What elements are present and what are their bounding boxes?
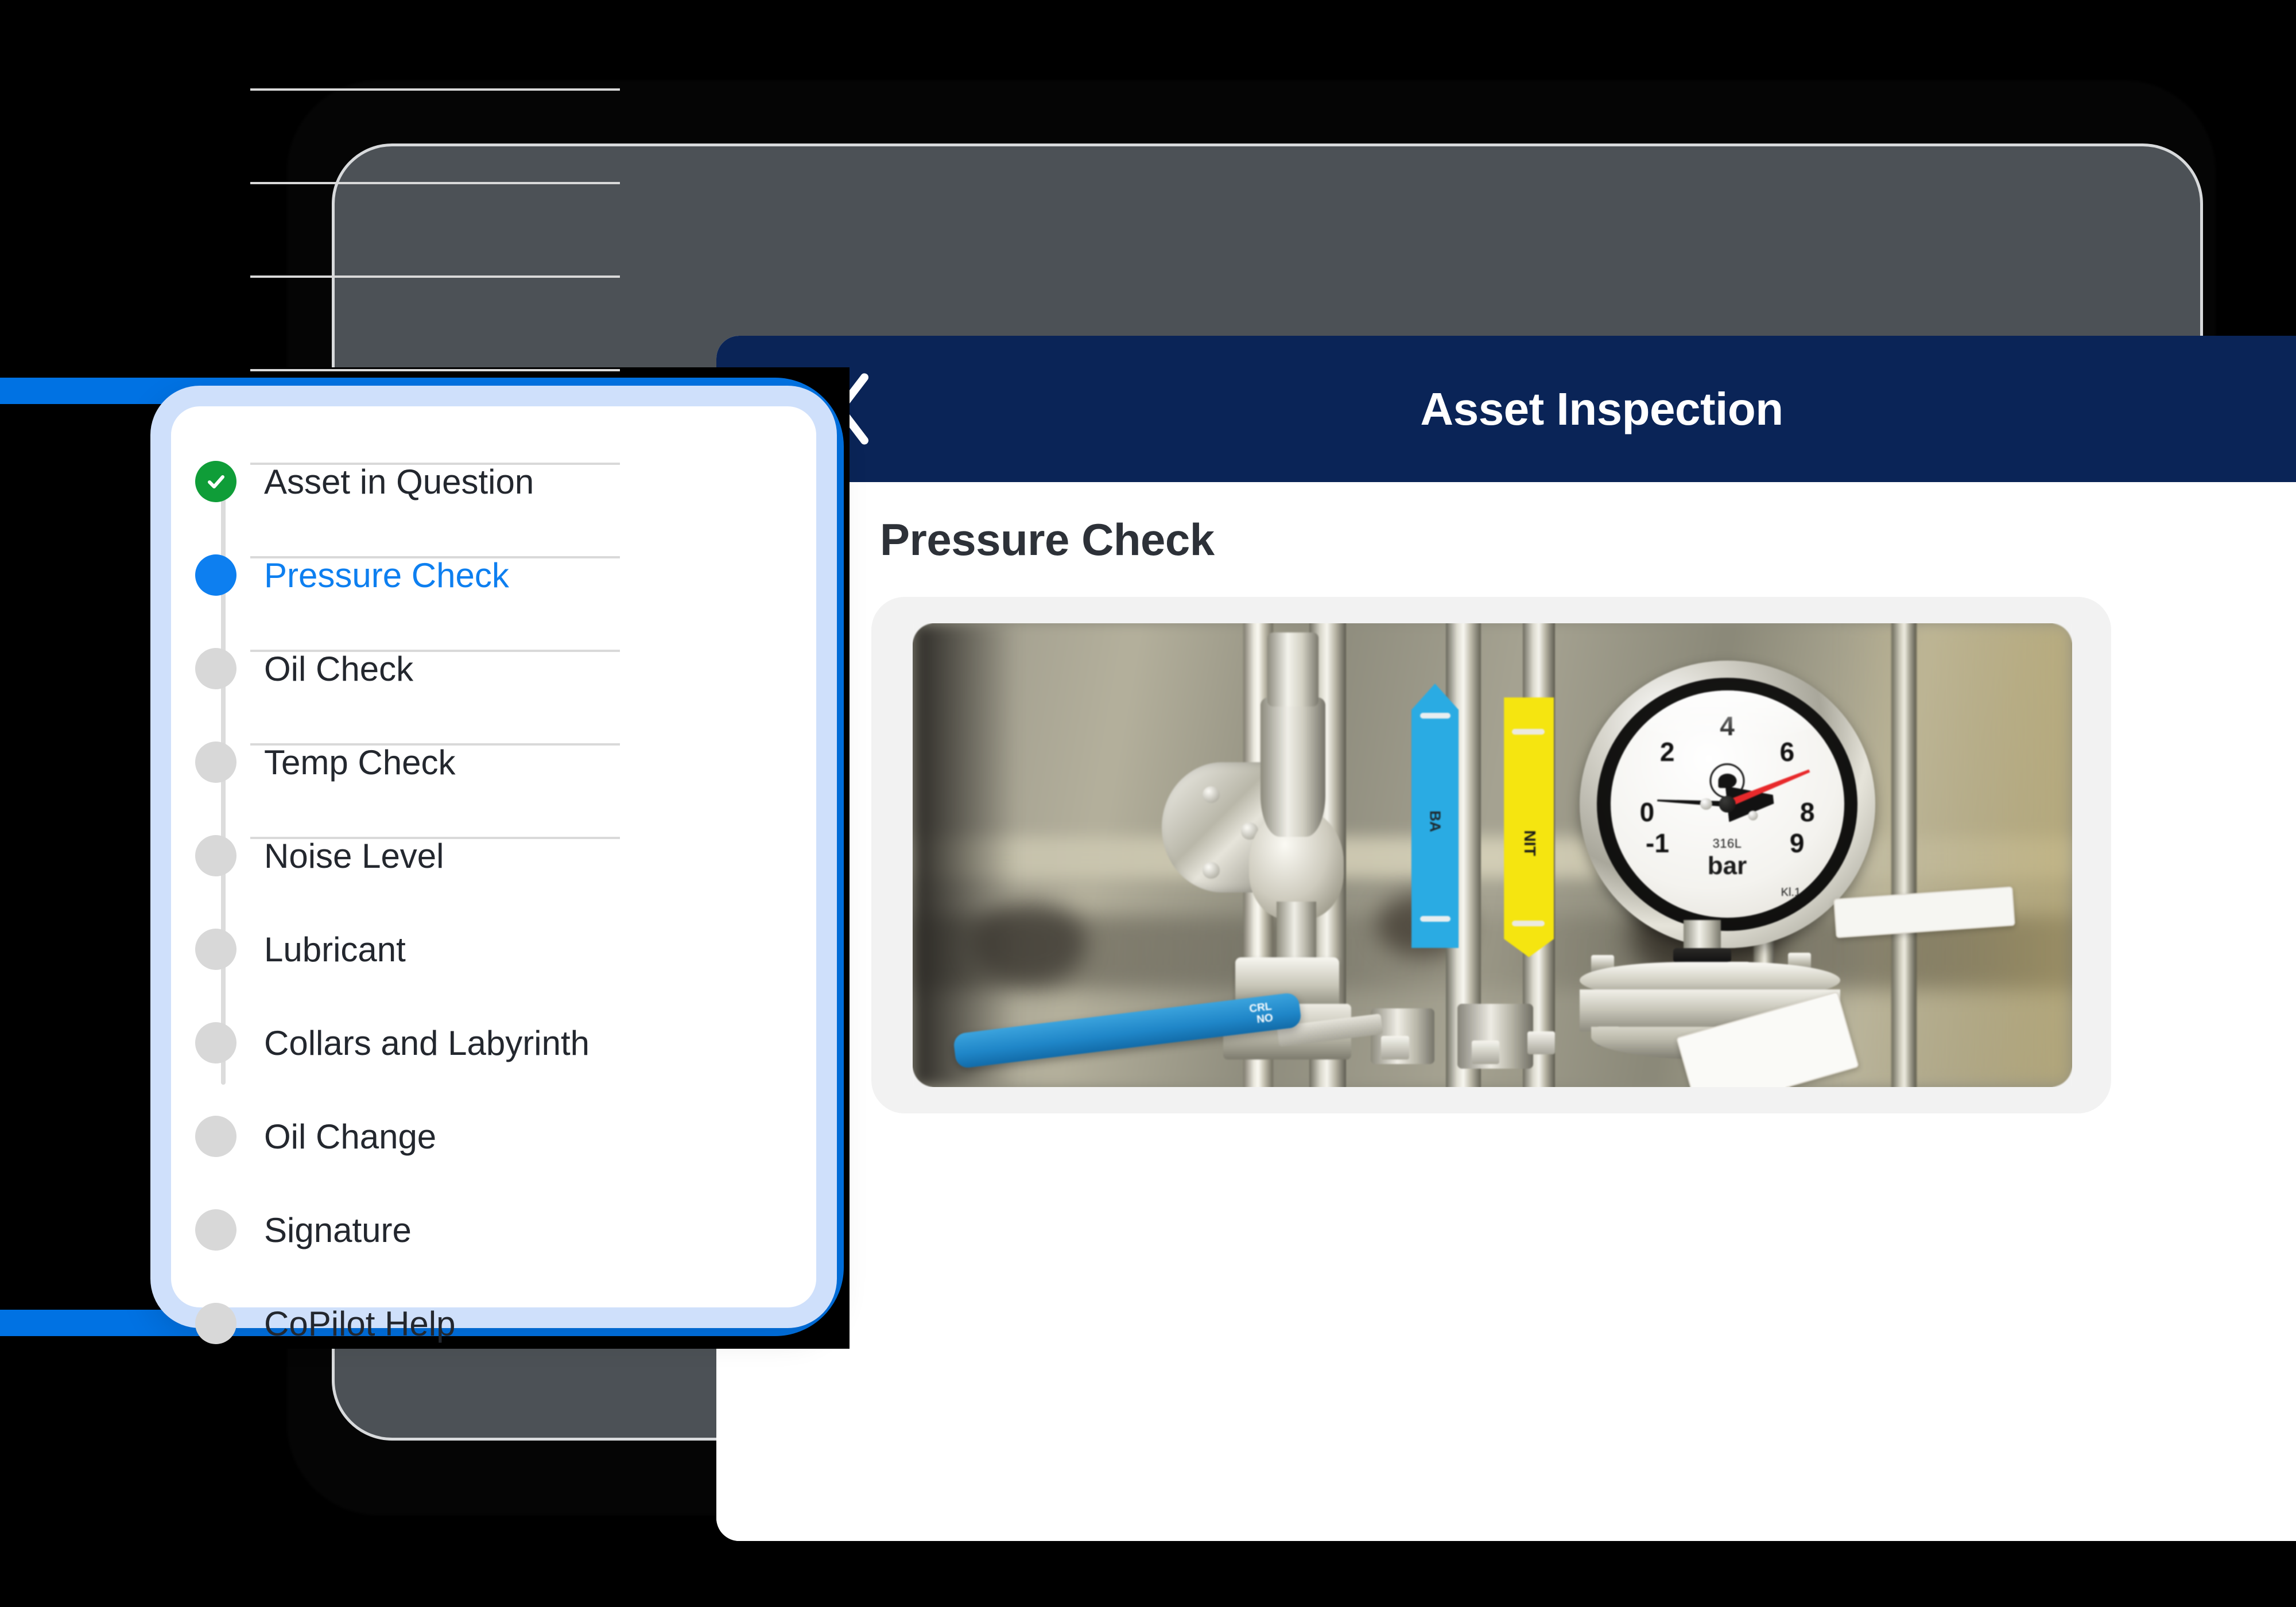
sidebar-item-asset-in-question[interactable]: Asset in Question <box>195 453 815 510</box>
step-divider <box>250 556 620 558</box>
gauge-dial-screw <box>1700 798 1712 810</box>
valve-stem <box>1277 901 1316 966</box>
gauge-label-8: 8 <box>1799 797 1815 828</box>
sidebar-item-oil-change[interactable]: Oil Change <box>195 1108 815 1165</box>
gauge-label-0: 0 <box>1639 797 1655 828</box>
empty-dot-icon <box>195 1022 236 1063</box>
gauge-seal-ring <box>1673 948 1732 963</box>
sidebar-item-label: Collars and Labyrinth <box>264 1023 589 1062</box>
blue-pipe-tag: BA <box>1411 684 1459 948</box>
sidebar-item-label: Signature <box>264 1210 412 1249</box>
photo-bg-blob <box>971 901 1087 985</box>
yellow-tag-text: NIT <box>1521 830 1539 856</box>
sidebar-item-signature[interactable]: Signature <box>195 1202 815 1258</box>
valve-nut <box>1381 1036 1409 1059</box>
gauge-material-code: 316L <box>1712 836 1742 851</box>
empty-dot-icon <box>195 1209 236 1251</box>
sidebar-item-noise-level[interactable]: Noise Level <box>195 828 815 884</box>
sidebar-item-label: Lubricant <box>264 930 406 969</box>
gauge-black-needle <box>1657 798 1727 807</box>
sidebar-item-label: Oil Change <box>264 1117 437 1156</box>
app-header: Asset Inspection <box>716 336 2296 482</box>
step-divider <box>250 275 620 278</box>
sidebar-item-label: Asset in Question <box>264 462 534 501</box>
gauge-label-6: 6 <box>1779 736 1795 767</box>
empty-dot-icon <box>195 929 236 970</box>
gauge-accuracy-class: Kl.1.6 <box>1781 886 1810 899</box>
sidebar-item-oil-check[interactable]: Oil Check <box>195 641 815 697</box>
valve-nut <box>1471 1041 1500 1064</box>
empty-dot-icon <box>195 648 236 689</box>
tag-slot <box>1420 712 1450 719</box>
app-content: Pressure Check BA NIT -1 0 2 6 8 9 316L … <box>716 482 2296 1541</box>
gauge-dial-screw <box>1748 810 1758 821</box>
step-divider <box>250 743 620 746</box>
step-divider <box>250 837 620 839</box>
gauge-label-minus1: -1 <box>1646 828 1669 859</box>
step-divider <box>250 650 620 652</box>
valve-nut <box>1527 1031 1556 1055</box>
empty-dot-icon <box>195 835 236 876</box>
yellow-pipe-tag: NIT <box>1504 697 1554 957</box>
photo-card: BA NIT -1 0 2 6 8 9 316L bar Kl.1.6 CRL … <box>871 597 2111 1113</box>
tablet-screen: Asset Inspection Pressure Check BA NIT -… <box>716 336 2296 1541</box>
tag-slot <box>1512 728 1545 735</box>
pressure-gauge: -1 0 2 4 6 8 9 316L bar Kl.1.6 <box>1579 660 1875 948</box>
sidebar-item-label: Noise Level <box>264 836 444 875</box>
sidebar-item-label: Pressure Check <box>264 556 509 595</box>
sidebar-item-label: Temp Check <box>264 743 456 782</box>
sidebar-item-label: Oil Check <box>264 649 414 688</box>
valve-neck <box>1261 697 1326 837</box>
empty-dot-icon <box>195 1303 236 1344</box>
step-divider <box>250 88 620 91</box>
gauge-unit-label: bar <box>1707 852 1747 880</box>
inspection-steps-list: Asset in Question Pressure Check Oil Check… <box>195 453 815 1389</box>
step-divider <box>250 369 620 371</box>
handle-text-line2: NO <box>1255 1012 1274 1026</box>
steel-pipe <box>1891 623 1917 1087</box>
gauge-glass-glare <box>1624 690 1830 741</box>
gauge-dial-face: -1 0 2 4 6 8 9 316L bar Kl.1.6 <box>1610 690 1844 918</box>
photo-bg-warm-light <box>1840 623 2072 1087</box>
sidebar-item-label: CoPilot Help <box>264 1304 456 1343</box>
page-title: Asset Inspection <box>1420 383 1783 434</box>
step-divider <box>250 463 620 465</box>
empty-dot-icon <box>195 742 236 783</box>
sidebar-item-copilot-help[interactable]: CoPilot Help <box>195 1295 815 1352</box>
step-divider <box>250 182 620 184</box>
sidebar-item-pressure-check[interactable]: Pressure Check <box>195 547 815 603</box>
photo-bg-left-shade <box>913 623 1017 1087</box>
tag-slot <box>1512 921 1545 927</box>
valve-cap <box>1267 632 1318 707</box>
empty-dot-icon <box>195 1116 236 1157</box>
gauge-label-2: 2 <box>1659 736 1675 767</box>
blue-tag-text: BA <box>1426 810 1444 832</box>
sidebar-item-collars-and-labyrinth[interactable]: Collars and Labyrinth <box>195 1015 815 1071</box>
pressure-gauge-photo: BA NIT -1 0 2 6 8 9 316L bar Kl.1.6 CRL … <box>913 623 2072 1087</box>
screenshot-stage: Asset Inspection Pressure Check BA NIT -… <box>0 0 2296 1607</box>
section-title: Pressure Check <box>880 514 1215 565</box>
sidebar-item-lubricant[interactable]: Lubricant <box>195 921 815 977</box>
sidebar-item-temp-check[interactable]: Temp Check <box>195 734 815 790</box>
check-icon <box>195 461 236 502</box>
gauge-label-9: 9 <box>1789 828 1805 859</box>
handle-text: CRL NO <box>1248 1000 1274 1026</box>
tag-slot <box>1420 916 1450 922</box>
filled-dot-icon <box>195 554 236 596</box>
